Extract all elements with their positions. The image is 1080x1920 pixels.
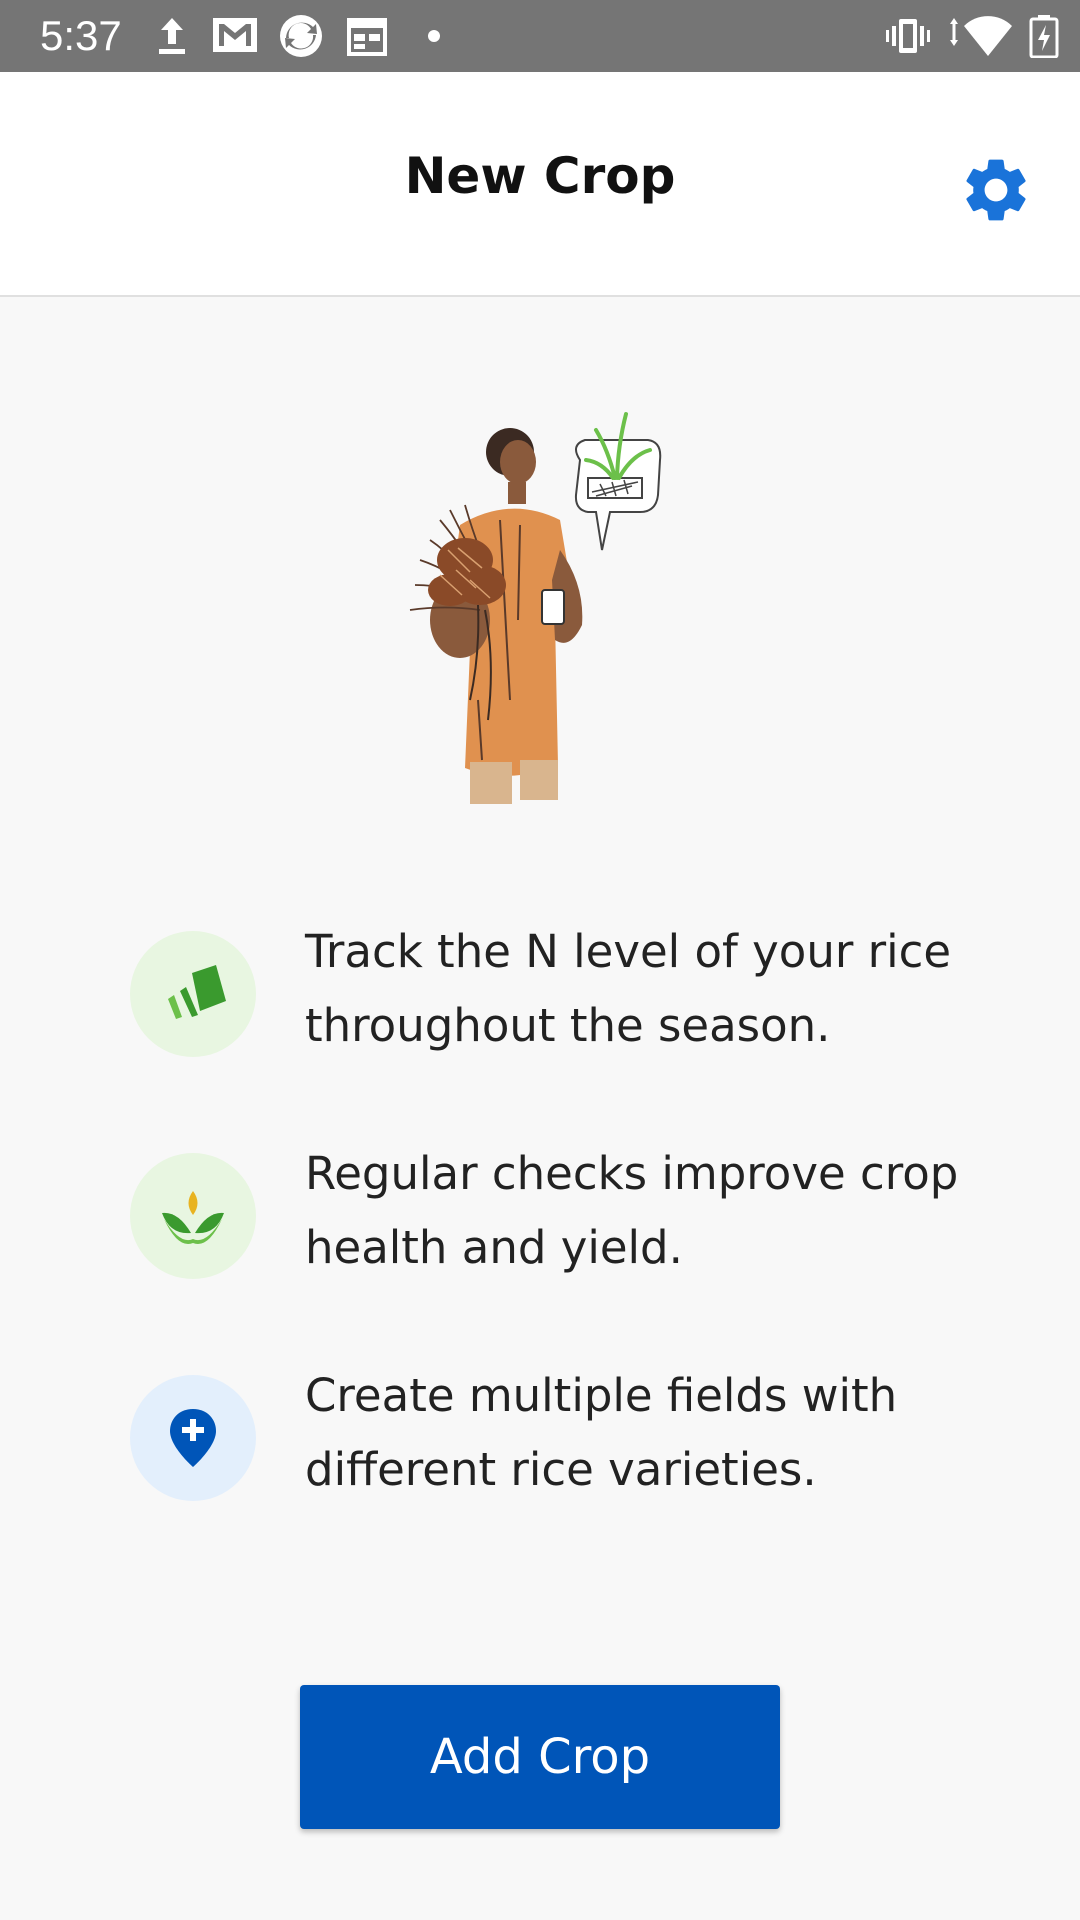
vibrate-icon (886, 19, 930, 53)
rice-leaf-card-icon (168, 965, 226, 1019)
feature-track-n-level: Track the N level of your rice throughou… (130, 925, 990, 1081)
wifi-icon (950, 16, 1012, 56)
page-title: New Crop (404, 147, 676, 205)
add-location-pin-icon (170, 1409, 216, 1467)
feature-multiple-fields: Create multiple fields with different ri… (130, 1369, 990, 1525)
farmer-with-rice-illustration (409, 412, 662, 804)
feature-icon-circle (130, 1375, 256, 1501)
feature-icon-circle (130, 931, 256, 1057)
feature-regular-checks: Regular checks improve crop health and y… (130, 1147, 990, 1303)
upload-icon (159, 18, 185, 54)
dot-icon (428, 30, 440, 42)
feature-text: Create multiple fields with different ri… (305, 1369, 898, 1496)
sprout-icon (162, 1191, 224, 1244)
status-time: 5:37 (40, 12, 122, 59)
gmail-icon (213, 18, 257, 52)
feature-text: Track the N level of your rice throughou… (305, 925, 952, 1052)
app-bar: New Crop (0, 72, 1080, 297)
settings-button[interactable] (958, 152, 1034, 228)
status-bar: 5:37 (0, 0, 1080, 72)
sync-app-icon (280, 15, 322, 57)
battery-charging-icon (1029, 15, 1059, 58)
calendar-icon (347, 18, 387, 56)
gear-icon (966, 159, 1026, 221)
add-crop-button[interactable]: Add Crop (300, 1685, 780, 1829)
feature-icon-circle (130, 1153, 256, 1279)
feature-text: Regular checks improve crop health and y… (305, 1147, 959, 1274)
